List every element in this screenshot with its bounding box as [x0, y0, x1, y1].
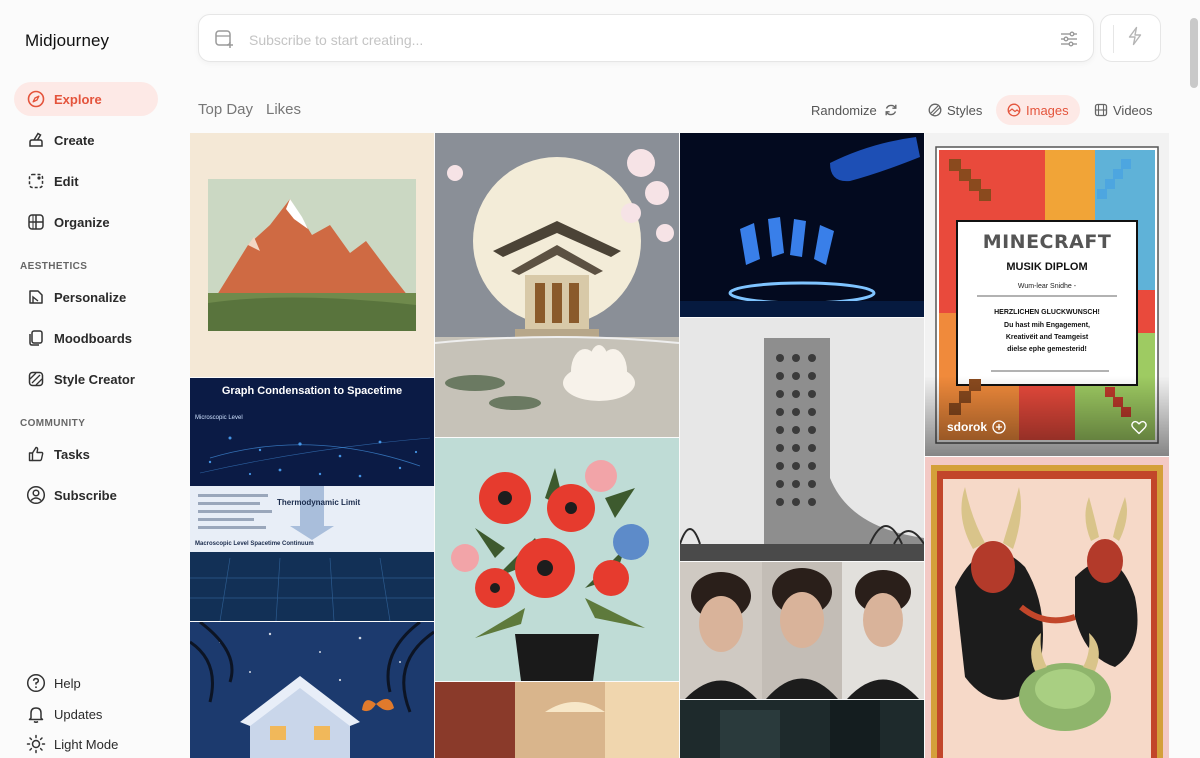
thumbs-up-icon: [26, 444, 46, 464]
nav-style-creator-label: Style Creator: [54, 371, 135, 387]
edit-frame-icon: [26, 171, 46, 191]
tab-top-day[interactable]: Top Day: [198, 101, 253, 118]
videos-filter[interactable]: Videos: [1094, 95, 1153, 125]
community-section-label: COMMUNITY: [20, 418, 86, 429]
tab-likes[interactable]: Likes: [266, 101, 301, 118]
style-creator-icon: [26, 369, 46, 389]
nav-explore[interactable]: Explore: [14, 82, 158, 116]
videos-label: Videos: [1113, 102, 1153, 118]
minecraft-logo-text: MINECRAFT: [982, 231, 1112, 253]
nav-subscribe[interactable]: Subscribe: [14, 478, 158, 512]
image-tile-poppies[interactable]: [435, 438, 679, 681]
graph-level-label: Microscopic Level: [195, 415, 243, 421]
nav-updates-label: Updates: [54, 706, 103, 722]
nav-subscribe-label: Subscribe: [54, 487, 117, 503]
randomize-label: Randomize: [811, 102, 877, 118]
sun-icon: [26, 734, 46, 754]
nav-organize-label: Organize: [54, 214, 110, 230]
nav-help[interactable]: Help: [26, 672, 81, 694]
nav-personalize[interactable]: Personalize: [14, 280, 158, 314]
image-tile-moon-pavilion[interactable]: [435, 133, 679, 437]
image-tile-blue-glass[interactable]: [680, 133, 924, 317]
explore-image-grid: Graph Condensation to Spacetime Microsco…: [190, 133, 1170, 758]
image-tile-krampus-frame[interactable]: [925, 457, 1169, 758]
prompt-input[interactable]: [247, 27, 1041, 53]
user-circle-icon: [26, 485, 46, 505]
heart-icon[interactable]: [1131, 420, 1147, 435]
minecraft-line-1: Du hast mih Engagement,: [1004, 322, 1090, 329]
styles-label: Styles: [947, 102, 983, 118]
creator-username-label: sdorok: [947, 420, 988, 434]
image-tile-night-house[interactable]: [190, 622, 434, 758]
nav-style-creator[interactable]: Style Creator: [14, 362, 158, 396]
images-label: Images: [1026, 102, 1069, 118]
randomize-button[interactable]: Randomize: [811, 95, 903, 125]
compass-icon: [26, 89, 46, 109]
nav-moodboards-label: Moodboards: [54, 330, 132, 346]
page-scrollbar[interactable]: [1190, 18, 1198, 88]
nav-tasks[interactable]: Tasks: [14, 437, 158, 471]
nav-create[interactable]: Create: [14, 123, 158, 157]
creator-username[interactable]: sdorok: [947, 420, 1006, 434]
graph-limit-label: Thermodynamic Limit: [277, 498, 361, 507]
moodboard-icon: [26, 328, 46, 348]
minecraft-congrats: HERZLICHEN GLUCKWUNSCH!: [994, 309, 1100, 316]
minecraft-line-2: Kreativëit and Teamgeist: [1005, 334, 1089, 341]
aesthetics-section-label: AESTHETICS: [20, 261, 88, 272]
nav-explore-label: Explore: [54, 91, 102, 107]
bell-icon: [26, 704, 46, 724]
sidebar: Midjourney Explore Create Edit Organize …: [0, 0, 180, 758]
image-tile-dark-scene[interactable]: [680, 700, 924, 758]
brush-icon: [26, 130, 46, 150]
minecraft-name: Wum-lear Snidhe -: [1017, 283, 1077, 290]
add-circle-icon[interactable]: [992, 420, 1006, 434]
minecraft-title: MUSIK DIPLOM: [1006, 261, 1088, 273]
nav-edit[interactable]: Edit: [14, 164, 158, 198]
settings-sliders-icon[interactable]: [1059, 29, 1079, 54]
graph-bottom-label: Macroscopic Level Spacetime Continuum: [195, 541, 314, 547]
nav-moodboards[interactable]: Moodboards: [14, 321, 158, 355]
film-icon: [1094, 103, 1108, 117]
nav-create-label: Create: [54, 132, 95, 148]
app-logo[interactable]: Midjourney: [25, 31, 109, 51]
image-icon: [1007, 103, 1021, 117]
nav-edit-label: Edit: [54, 173, 79, 189]
images-filter[interactable]: Images: [996, 95, 1080, 125]
image-tile-sunset-street[interactable]: [435, 682, 679, 758]
image-tile-concrete-tower[interactable]: [680, 318, 924, 561]
nav-updates[interactable]: Updates: [26, 703, 102, 725]
palette-icon: [928, 103, 942, 117]
styles-filter[interactable]: Styles: [928, 95, 982, 125]
image-tile-portraits[interactable]: [680, 562, 924, 699]
grid-icon: [26, 212, 46, 232]
minecraft-line-3: dielse ephe gemesterid!: [1007, 346, 1087, 353]
image-tile-minecraft-diploma[interactable]: MINECRAFT MUSIK DIPLOM Wum-lear Snidhe -…: [925, 133, 1169, 456]
image-tile-mountains[interactable]: [190, 133, 434, 377]
nav-organize[interactable]: Organize: [14, 205, 158, 239]
nav-tasks-label: Tasks: [54, 446, 90, 462]
lightning-button[interactable]: [1100, 14, 1161, 62]
refresh-icon: [884, 103, 898, 117]
help-icon: [26, 673, 46, 693]
nav-help-label: Help: [54, 675, 81, 691]
image-tile-graph-condensation[interactable]: Graph Condensation to Spacetime Microsco…: [190, 378, 434, 621]
nav-light-mode-label: Light Mode: [54, 736, 119, 752]
image-add-icon[interactable]: [213, 28, 235, 55]
prompt-bar: [198, 14, 1094, 62]
graph-title: Graph Condensation to Spacetime: [221, 385, 403, 397]
nav-personalize-label: Personalize: [54, 289, 127, 305]
lightning-icon: [1126, 26, 1144, 51]
personalize-icon: [26, 287, 46, 307]
nav-light-mode[interactable]: Light Mode: [26, 733, 118, 755]
